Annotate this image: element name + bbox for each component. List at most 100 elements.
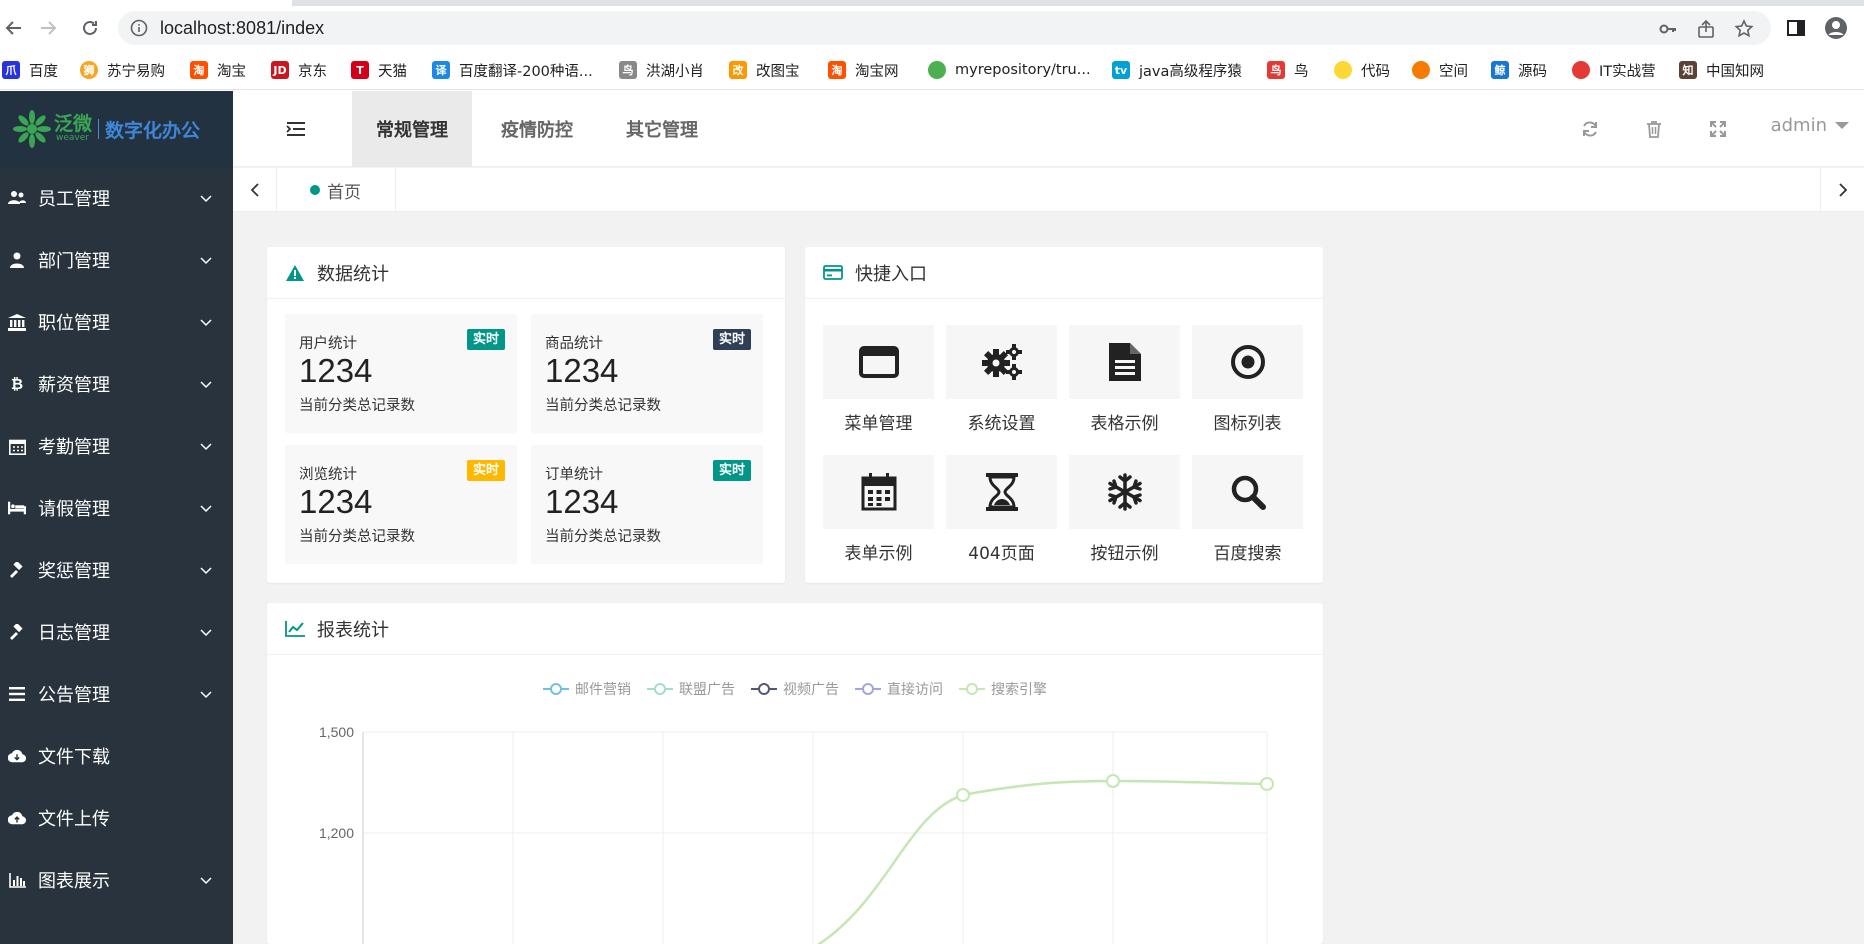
quick-entry-baidu-search[interactable]: 百度搜索 [1192, 455, 1303, 565]
bird-icon: 鸟 [1267, 61, 1285, 79]
quick-entry-icons[interactable]: 图标列表 [1192, 325, 1303, 435]
stat-title: 浏览统计 [299, 467, 357, 483]
fullscreen-icon[interactable] [1708, 119, 1728, 139]
profile-avatar-icon[interactable] [1824, 16, 1848, 40]
sidebar-item-label: 部门管理 [38, 251, 110, 272]
sidebar-item-employee[interactable]: 员工管理 [0, 167, 233, 229]
tabs-scroll-left-button[interactable] [233, 168, 277, 212]
legend-item[interactable]: 视频广告 [751, 679, 839, 699]
tabs-scroll-right-button[interactable] [1820, 168, 1864, 212]
bookmark-item[interactable]: tv java高级程序猿 [1112, 59, 1242, 81]
main-content: 数据统计 用户统计 实时 1234 当前分类总记录数 商品统计 实时 1234 … [233, 212, 1864, 944]
sidebar-item-position[interactable]: 职位管理 [0, 291, 233, 353]
bookmark-item[interactable]: 狮苏宁易购 [80, 59, 165, 81]
bookmark-item[interactable]: 鲸源码 [1491, 59, 1547, 81]
realtime-badge: 实时 [466, 329, 505, 350]
sidebar-item-notice[interactable]: 公告管理 [0, 663, 233, 725]
legend-item[interactable]: 邮件营销 [543, 679, 631, 699]
bookmark-item[interactable]: 空间 [1412, 59, 1468, 81]
bookmark-item[interactable]: T 天猫 [351, 59, 407, 81]
bookmark-item[interactable]: JD 京东 [271, 59, 327, 81]
address-bar[interactable]: localhost:8081/index [118, 11, 1771, 45]
tab-general[interactable]: 常规管理 [352, 91, 472, 167]
search-icon [1231, 475, 1266, 510]
bookmark-item[interactable]: 译百度翻译-200种语... [432, 59, 593, 81]
trash-icon[interactable] [1644, 119, 1664, 139]
chevron-down-icon [200, 443, 212, 451]
logo-brand-sub: weaver [56, 133, 89, 143]
page-tabs-bar: 首页 [233, 168, 1864, 212]
jd-icon: JD [271, 61, 289, 79]
arrow-left-icon [5, 21, 21, 35]
series-point[interactable] [956, 788, 970, 802]
refresh-icon[interactable] [1580, 119, 1600, 139]
bookmark-item[interactable]: 改改图宝 [729, 59, 800, 81]
quick-entry-settings[interactable]: 系统设置 [946, 325, 1057, 435]
stat-card: 用户统计 实时 1234 当前分类总记录数 [285, 314, 517, 433]
sidebar-item-label: 文件上传 [38, 809, 110, 830]
arrow-right-icon [41, 21, 57, 35]
suning-lion-icon: 狮 [80, 61, 98, 79]
bookmark-item[interactable]: 鸟鸟 [1267, 59, 1309, 81]
bookmark-item[interactable]: 代码 [1334, 59, 1390, 81]
quick-icon-box [946, 325, 1057, 399]
bookmark-item[interactable]: 淘淘宝网 [828, 59, 899, 81]
sidebar-item-log[interactable]: 日志管理 [0, 601, 233, 663]
series-point[interactable] [1260, 777, 1274, 791]
sidebar-item-charts[interactable]: 图表展示 [0, 849, 233, 911]
line-chart-icon [285, 619, 305, 639]
chevron-left-icon [250, 183, 259, 197]
bookmark-item[interactable]: myrepository/tru... [928, 59, 1091, 81]
sidebar-item-leave[interactable]: 请假管理 [0, 477, 233, 539]
realtime-badge: 实时 [466, 460, 505, 481]
quick-entry-menu[interactable]: 菜单管理 [823, 325, 934, 435]
y-tick-label: 1,200 [319, 825, 354, 841]
url-text[interactable]: localhost:8081/index [160, 18, 324, 39]
tab-epidemic[interactable]: 疫情防控 [477, 91, 597, 167]
bookmarks-bar: 爪百度 狮苏宁易购 淘淘宝 JD 京东 T 天猫 译百度翻译-200种语... 鸟洪… [0, 50, 1864, 90]
bookmark-item[interactable]: 知中国知网 [1679, 59, 1764, 81]
info-icon[interactable] [130, 19, 148, 37]
quick-entry-404[interactable]: 404页面 [946, 455, 1057, 565]
gears-icon [981, 344, 1022, 380]
sidebar: 泛微 weaver 数字化办公 员工管理 部门管理 职位管理 ₿ 薪资管理 考勤… [0, 91, 233, 944]
page-tab-home[interactable]: 首页 [278, 168, 396, 212]
share-icon[interactable] [1696, 19, 1716, 39]
logo[interactable]: 泛微 weaver 数字化办公 [0, 91, 233, 167]
bar-chart-icon [8, 871, 26, 889]
sidebar-item-attendance[interactable]: 考勤管理 [0, 415, 233, 477]
legend-item[interactable]: 搜索引擎 [959, 679, 1047, 699]
chevron-down-icon [200, 505, 212, 513]
star-icon[interactable] [1734, 19, 1754, 39]
side-panel-icon[interactable] [1784, 16, 1808, 40]
quick-entry-table[interactable]: 表格示例 [1069, 325, 1180, 435]
legend-item[interactable]: 联盟广告 [647, 679, 735, 699]
bookmark-item[interactable]: 淘淘宝 [190, 59, 246, 81]
series-point[interactable] [1106, 774, 1120, 788]
legend-item[interactable]: 直接访问 [855, 679, 943, 699]
user-menu[interactable]: admin [1771, 115, 1849, 136]
bird-icon: 鸟 [619, 61, 637, 79]
back-button[interactable] [0, 14, 28, 42]
logo-separator [98, 119, 100, 139]
sidebar-item-upload[interactable]: 文件上传 [0, 787, 233, 849]
sidebar-item-salary[interactable]: ₿ 薪资管理 [0, 353, 233, 415]
forward-button[interactable] [34, 14, 62, 42]
sidebar-item-reward[interactable]: 奖惩管理 [0, 539, 233, 601]
stat-desc: 当前分类总记录数 [545, 398, 661, 414]
quick-entry-buttons[interactable]: 按钮示例 [1069, 455, 1180, 565]
quick-entry-card: 快捷入口 菜单管理 系统设置 表格示例 图标列表 表单示例 404页面 按钮示例… [805, 247, 1323, 583]
menu-collapse-icon[interactable] [285, 119, 307, 139]
quick-label: 404页面 [968, 544, 1035, 564]
sidebar-item-download[interactable]: 文件下载 [0, 725, 233, 787]
quick-entry-form[interactable]: 表单示例 [823, 455, 934, 565]
key-icon[interactable] [1658, 19, 1678, 39]
bookmark-item[interactable]: 爪百度 [2, 59, 58, 81]
stat-desc: 当前分类总记录数 [299, 529, 415, 545]
snowflake-icon [1107, 473, 1142, 511]
bookmark-item[interactable]: 鸟洪湖小肖 [619, 59, 704, 81]
reload-button[interactable] [76, 14, 104, 42]
bookmark-item[interactable]: IT实战营 [1572, 59, 1656, 81]
sidebar-item-department[interactable]: 部门管理 [0, 229, 233, 291]
tab-other[interactable]: 其它管理 [602, 91, 722, 167]
